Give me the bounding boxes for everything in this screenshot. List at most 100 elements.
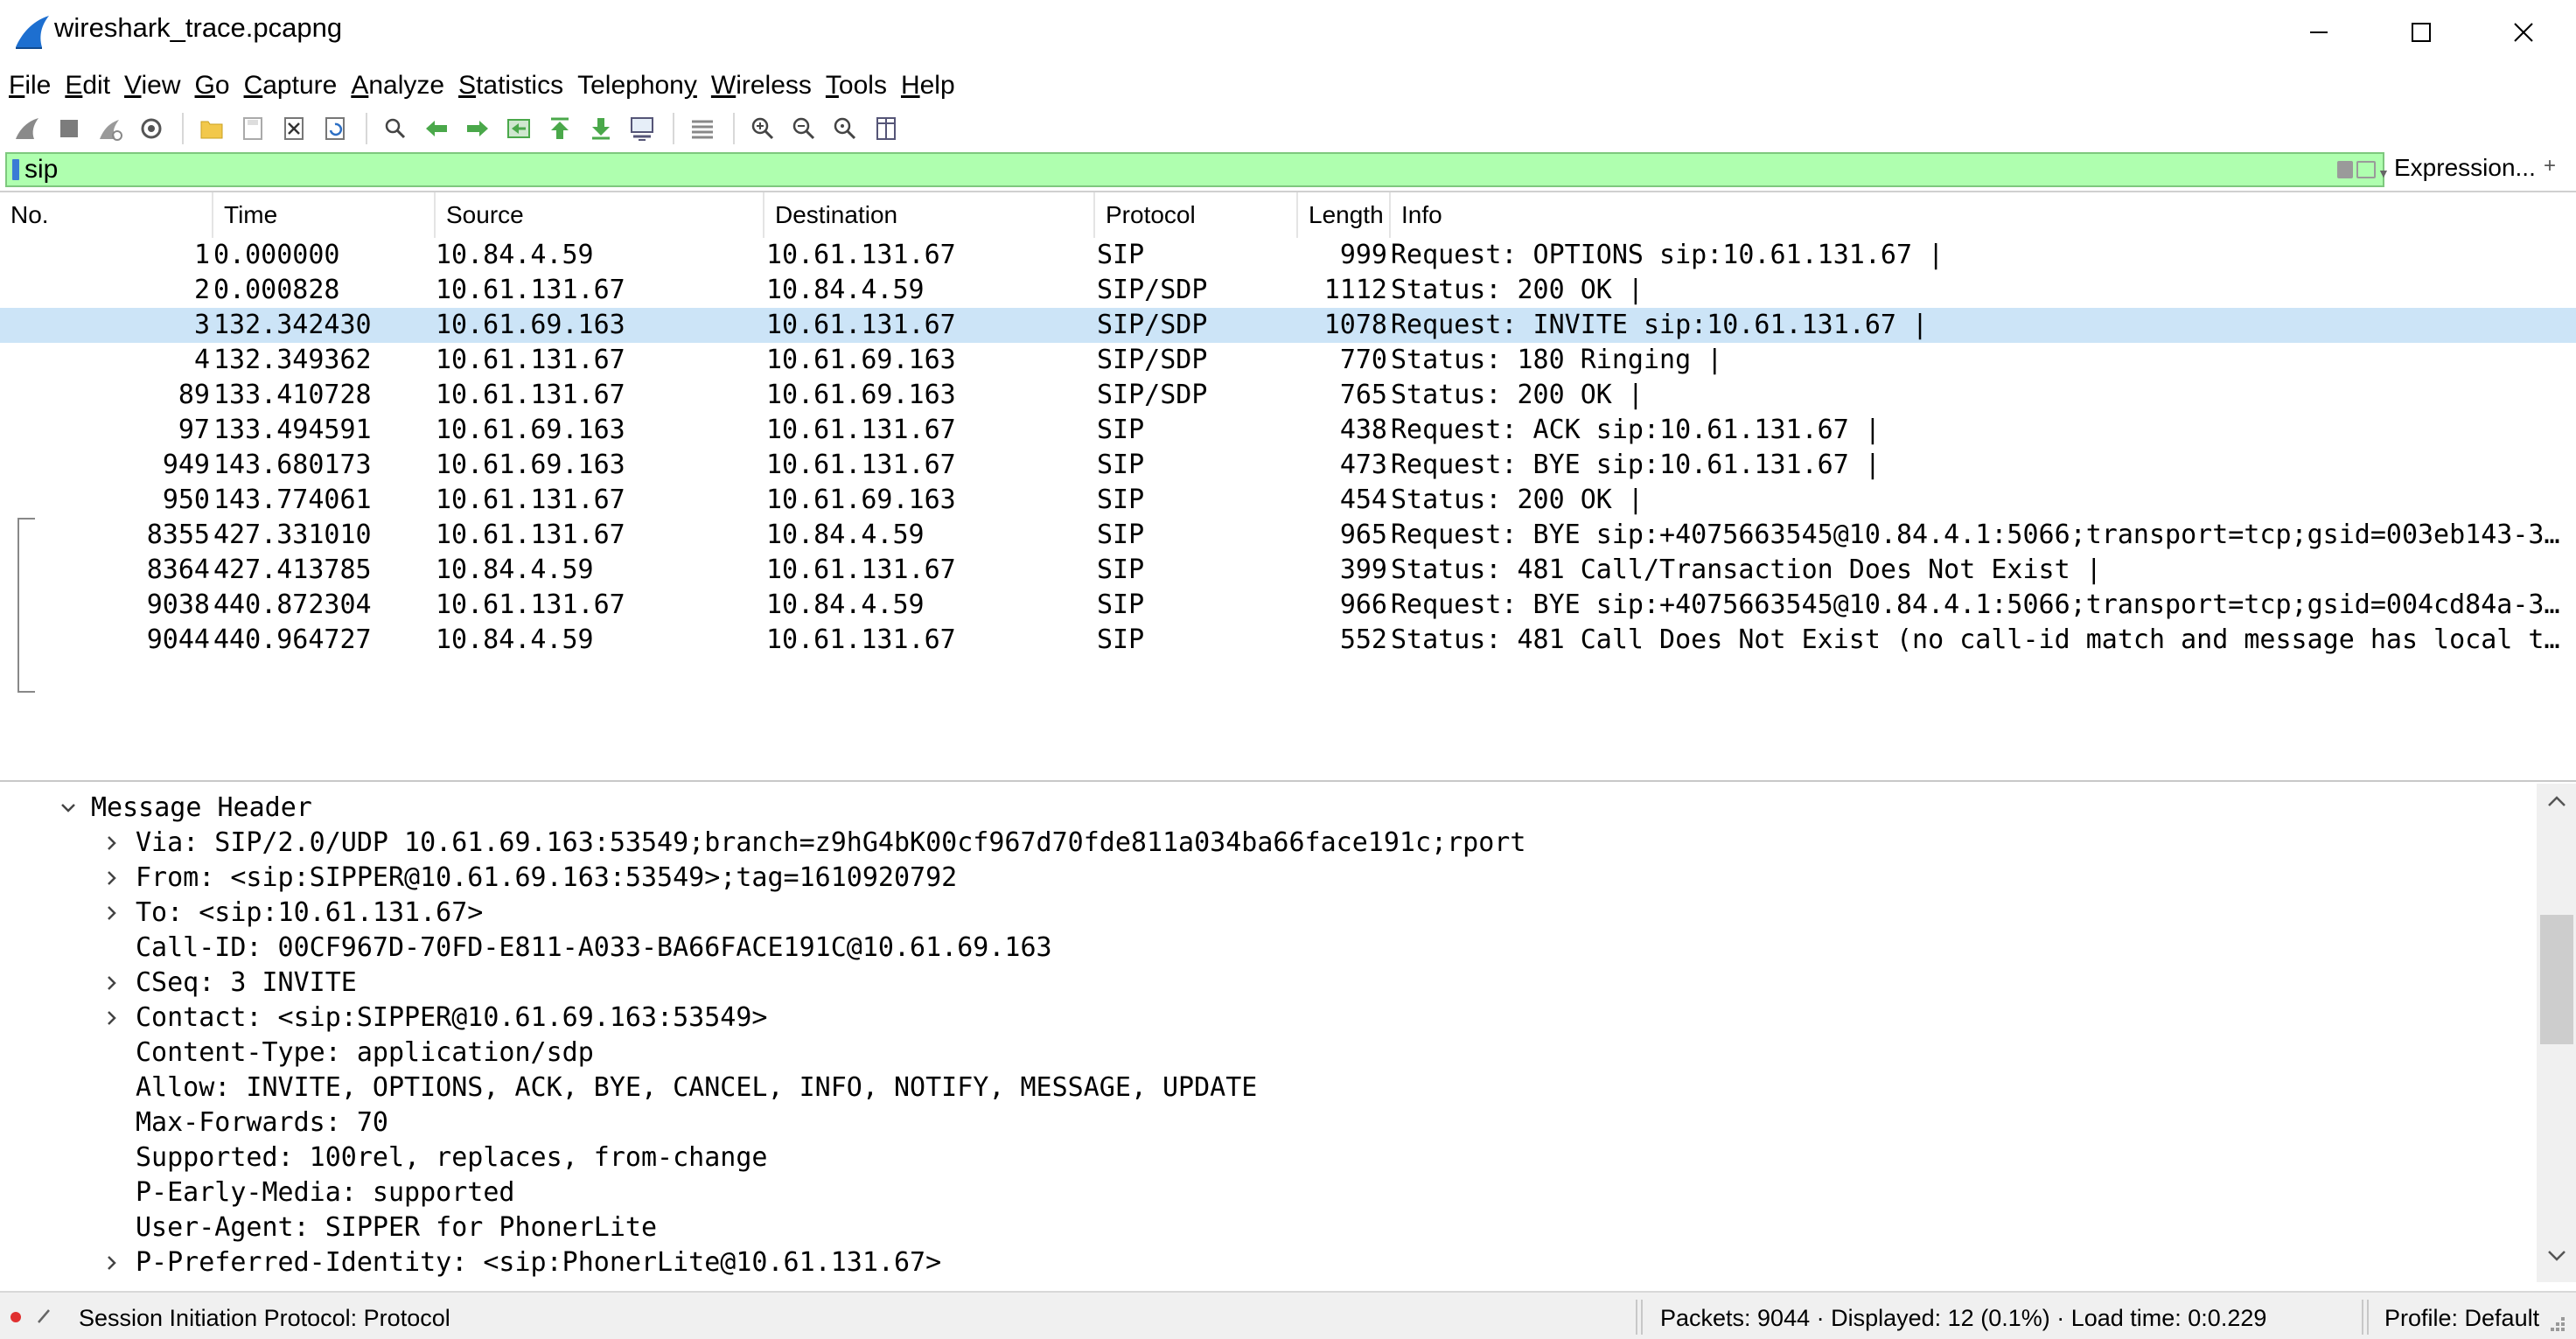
menu-wireless[interactable]: Wireless [702,71,812,101]
chevron-up-icon [2547,796,2566,806]
chevron-down-icon[interactable] [58,791,79,826]
menu-tools[interactable]: Tools [817,71,887,101]
filter-dropdown-icon[interactable]: ▼ [2377,166,2390,180]
maximize-button[interactable] [2370,0,2473,65]
go-back-icon[interactable] [421,113,452,144]
column-header-time[interactable]: Time [213,192,436,238]
detail-item[interactable]: User-Agent: SIPPER for PhonerLite [136,1210,657,1245]
packet-row[interactable]: 950 143.774061 10.61.131.67 10.61.69.163 SIP… [0,483,2576,518]
size-grip-icon[interactable] [2547,1314,2566,1333]
chevron-right-icon[interactable] [101,966,122,1001]
filter-bookmark-icon[interactable] [12,159,19,180]
go-first-icon[interactable] [544,113,576,144]
stop-capture-icon[interactable] [53,113,85,144]
column-header-source[interactable]: Source [436,192,764,238]
edit-comment-icon[interactable] [35,1305,52,1332]
menu-statistics[interactable]: Statistics [450,71,563,101]
packet-row[interactable]: 97 133.494591 10.61.69.163 10.61.131.67 SIP 4… [0,413,2576,448]
packet-row[interactable]: 9044 440.964727 10.84.4.59 10.61.131.67 SIP 5… [0,623,2576,658]
menu-view[interactable]: View [115,71,180,101]
packet-details-pane[interactable]: Message Header Via: SIP/2.0/UDP 10.61.69.… [0,784,2576,1282]
detail-item[interactable]: Max-Forwards: 70 [136,1105,388,1140]
menu-go[interactable]: Go [186,71,230,101]
column-header-destination[interactable]: Destination [764,192,1095,238]
capture-options-icon[interactable] [136,113,167,144]
detail-item[interactable]: Content-Type: application/sdp [136,1036,594,1071]
save-file-icon[interactable] [237,113,269,144]
detail-item[interactable]: P-Preferred-Identity: <sip:PhonerLite@10… [136,1245,941,1280]
chevron-right-icon[interactable] [101,896,122,931]
chevron-right-icon[interactable] [101,826,122,861]
status-profile[interactable]: Profile: Default [2384,1305,2539,1332]
chevron-right-icon[interactable] [101,861,122,896]
menu-file[interactable]: File [0,71,51,101]
scroll-down-button[interactable] [2537,1247,2576,1273]
menu-analyze[interactable]: Analyze [342,71,444,101]
packet-row[interactable]: 8355 427.331010 10.61.131.67 10.84.4.59 SIP 9… [0,518,2576,553]
expression-button[interactable]: Expression... [2394,154,2536,182]
packet-row[interactable]: 89 133.410728 10.61.131.67 10.61.69.163 SIP/… [0,378,2576,413]
packet-row[interactable]: 8364 427.413785 10.84.4.59 10.61.131.67 SIP 3… [0,553,2576,588]
detail-item[interactable]: Message Header [91,791,312,826]
packet-row[interactable]: 1 0.000000 10.84.4.59 10.61.131.67 SIP 999 Req… [0,238,2576,273]
packet-source: 10.61.69.163 [436,310,625,340]
display-filter-bar: ▼ Expression... + [0,150,2576,189]
detail-item[interactable]: To: <sip:10.61.131.67> [136,896,483,931]
colorize-icon[interactable] [687,113,718,144]
packet-row[interactable]: 949 143.680173 10.61.69.163 10.61.131.67 SIP… [0,448,2576,483]
menu-capture[interactable]: Capture [235,71,338,101]
column-header-protocol[interactable]: Protocol [1095,192,1298,238]
detail-item[interactable]: Via: SIP/2.0/UDP 10.61.69.163:53549;bran… [136,826,1525,861]
close-file-icon[interactable] [278,113,310,144]
menu-help[interactable]: Help [892,71,955,101]
resize-columns-icon[interactable] [870,113,902,144]
find-packet-icon[interactable] [380,113,411,144]
packet-info: Status: 200 OK | [1391,380,1644,410]
reload-file-icon[interactable] [319,113,351,144]
column-header-length[interactable]: Length [1298,192,1391,238]
clear-filter-icon[interactable] [2337,161,2353,178]
detail-item[interactable]: P-Early-Media: supported [136,1175,514,1210]
detail-item[interactable]: CSeq: 3 INVITE [136,966,357,1001]
chevron-right-icon[interactable] [101,1001,122,1036]
minimize-button[interactable] [2267,0,2370,65]
detail-item[interactable]: Call-ID: 00CF967D-70FD-E811-A033-BA66FAC… [136,931,1052,966]
packet-row[interactable]: 9038 440.872304 10.61.131.67 10.84.4.59 SIP 9… [0,588,2576,623]
detail-item[interactable]: Contact: <sip:SIPPER@10.61.69.163:53549> [136,1001,767,1036]
scroll-up-button[interactable] [2537,792,2576,819]
packet-destination: 10.84.4.59 [766,520,925,550]
zoom-out-icon[interactable] [788,113,820,144]
packet-rows: 1 0.000000 10.84.4.59 10.61.131.67 SIP 999 Req… [0,238,2576,658]
packet-row[interactable]: 4 132.349362 10.61.131.67 10.61.69.163 SIP/S… [0,343,2576,378]
shark-fin-start-icon[interactable] [12,113,44,144]
detail-item[interactable]: Allow: INVITE, OPTIONS, ACK, BYE, CANCEL… [136,1071,1257,1105]
packet-list-pane[interactable]: No. Time Source Destination Protocol Len… [0,191,2576,782]
chevron-right-icon[interactable] [101,1245,122,1280]
open-file-icon[interactable] [196,113,227,144]
details-scrollbar[interactable] [2537,784,2576,1282]
menu-telephony[interactable]: Telephony [569,71,697,101]
close-button[interactable] [2472,0,2575,65]
go-last-icon[interactable] [585,113,617,144]
display-filter-field[interactable]: ▼ [5,152,2390,187]
display-filter-input[interactable] [24,154,2299,185]
zoom-normal-icon[interactable] [829,113,861,144]
packet-time: 427.413785 [213,554,372,585]
packet-row[interactable]: 3 132.342430 10.61.69.163 10.61.131.67 SIP/S… [0,308,2576,343]
add-filter-button[interactable]: + [2544,154,2556,178]
detail-item[interactable]: Supported: 100rel, replaces, from-change [136,1140,767,1175]
go-forward-icon[interactable] [462,113,493,144]
menu-edit[interactable]: Edit [56,71,110,101]
restart-capture-icon[interactable] [94,113,126,144]
recent-filters-icon[interactable] [2356,161,2376,178]
detail-item[interactable]: From: <sip:SIPPER@10.61.69.163:53549>;ta… [136,861,957,896]
column-header-info[interactable]: Info [1391,192,2576,238]
go-to-packet-icon[interactable] [503,113,534,144]
packet-no: 3 [193,310,210,340]
autoscroll-icon[interactable] [626,113,658,144]
zoom-in-icon[interactable] [747,113,778,144]
expert-info-icon[interactable] [10,1312,21,1322]
packet-row[interactable]: 2 0.000828 10.61.131.67 10.84.4.59 SIP/SDP 11… [0,273,2576,308]
scroll-thumb[interactable] [2540,915,2573,1044]
column-header-no[interactable]: No. [0,192,213,238]
